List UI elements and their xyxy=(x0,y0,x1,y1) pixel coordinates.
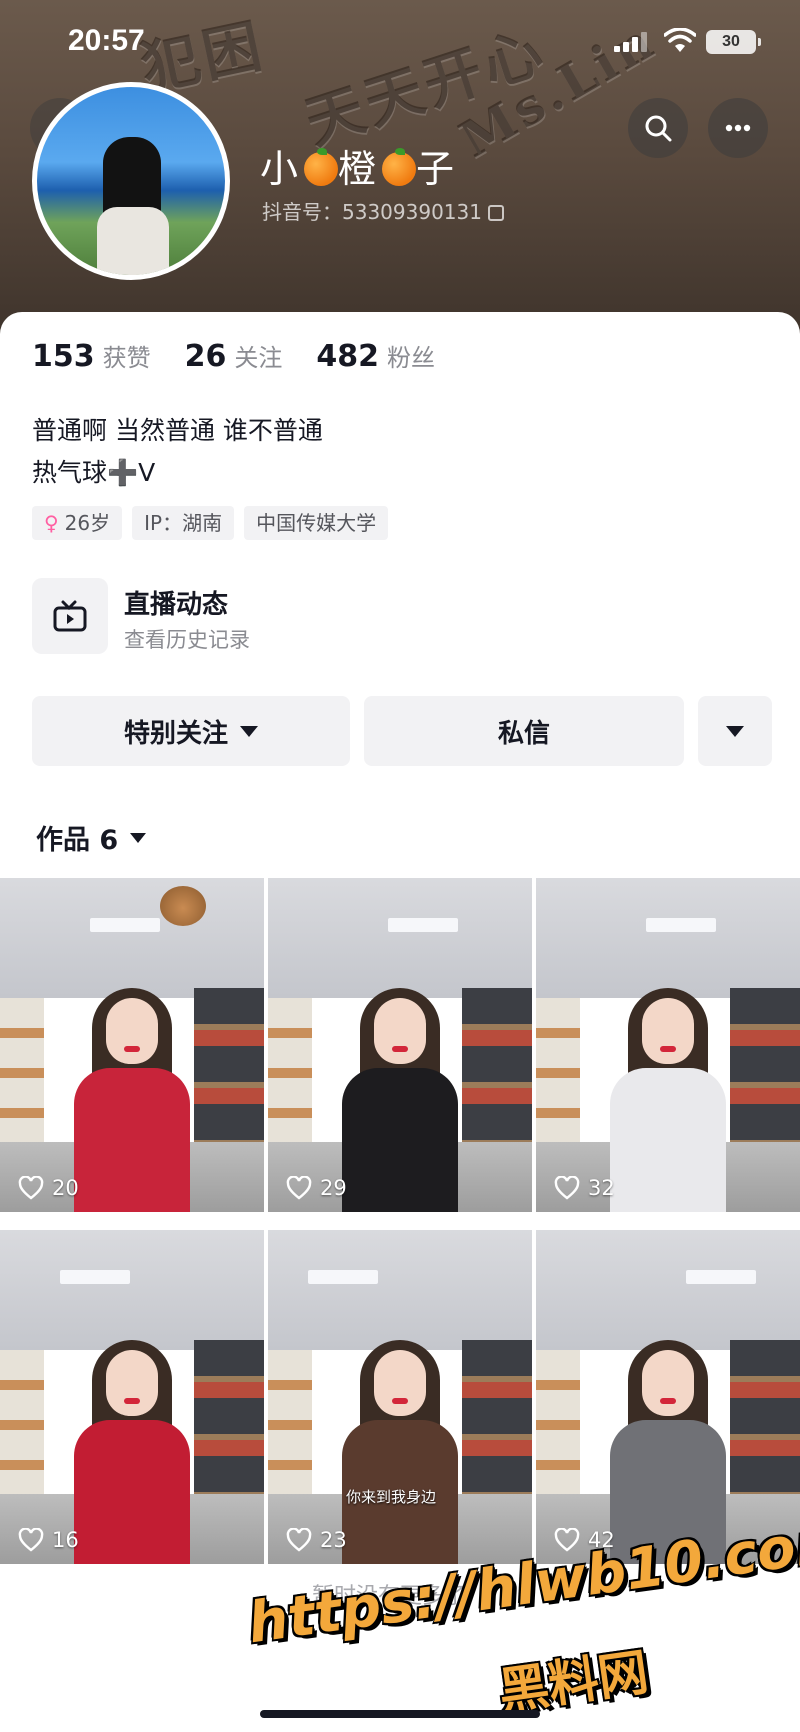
age-tag: ♀ 26岁 xyxy=(32,506,123,540)
like-count: 16 xyxy=(18,1528,79,1552)
orange-emoji-icon xyxy=(382,148,417,186)
bio-line: 普通啊 当然普通 谁不普通 xyxy=(32,416,323,445)
status-time: 20:57 xyxy=(68,24,145,57)
bio: 普通啊 当然普通 谁不普通 热气球➕V xyxy=(32,410,323,494)
like-count: 32 xyxy=(554,1176,615,1200)
live-subtitle: 查看历史记录 xyxy=(124,628,250,652)
female-icon: ♀ xyxy=(44,511,59,535)
caret-down-icon xyxy=(130,832,147,843)
more-options-button[interactable] xyxy=(698,696,772,766)
cat-sticker-icon xyxy=(160,886,206,926)
works-tab[interactable]: 作品 6 xyxy=(36,818,147,857)
stats-row: 153 获赞 26 关注 482 粉丝 xyxy=(32,338,469,374)
status-bar: 20:57 30 xyxy=(0,0,800,90)
like-count: 20 xyxy=(18,1176,79,1200)
stat-followers[interactable]: 482 粉丝 xyxy=(316,338,435,374)
battery-icon: 30 xyxy=(706,30,761,54)
school-tag[interactable]: 中国传媒大学 xyxy=(244,506,389,540)
like-count: 23 xyxy=(286,1528,347,1552)
heart-icon xyxy=(554,1176,580,1200)
more-button[interactable] xyxy=(708,98,768,158)
heart-icon xyxy=(286,1176,312,1200)
live-history-row[interactable]: 直播动态 查看历史记录 xyxy=(32,578,772,658)
message-button[interactable]: 私信 xyxy=(364,696,684,766)
copy-icon[interactable] xyxy=(487,205,504,221)
nickname: 小橙子 xyxy=(260,147,461,191)
ip-tag: IP：湖南 xyxy=(132,506,235,540)
video-thumbnail[interactable]: 42 xyxy=(536,1230,800,1564)
video-thumbnail[interactable]: 20 xyxy=(0,878,264,1212)
heart-icon xyxy=(18,1176,44,1200)
action-buttons: 特别关注 私信 xyxy=(32,696,772,766)
special-follow-button[interactable]: 特别关注 xyxy=(32,696,350,766)
like-count: 29 xyxy=(286,1176,347,1200)
video-thumbnail[interactable]: 16 xyxy=(0,1230,264,1564)
wifi-icon xyxy=(664,28,696,52)
video-thumbnail[interactable]: 你来到我身边 23 xyxy=(268,1230,532,1564)
heart-icon xyxy=(286,1528,312,1552)
orange-emoji-icon xyxy=(304,148,339,186)
search-button[interactable] xyxy=(628,98,688,158)
profile-tags: ♀ 26岁 IP：湖南 中国传媒大学 xyxy=(32,506,389,540)
stat-following[interactable]: 26 关注 xyxy=(185,338,283,374)
profile-header: 犯困 天天开心 Ms.Lin 20:57 30 小橙子 抖音号：53309390… xyxy=(0,0,800,340)
video-grid: 20 29 32 16 你来到我身边 23 42 xyxy=(0,878,800,1564)
live-tv-icon xyxy=(32,578,108,654)
caret-down-icon xyxy=(240,725,258,737)
search-icon xyxy=(645,115,672,142)
video-caption: 你来到我身边 xyxy=(346,1488,437,1506)
bio-line: 热气球➕V xyxy=(32,458,156,487)
douyin-id[interactable]: 抖音号：53309390131 xyxy=(262,196,504,225)
heart-icon xyxy=(18,1528,44,1552)
live-title: 直播动态 xyxy=(124,590,229,620)
avatar[interactable] xyxy=(32,82,230,280)
caret-down-icon xyxy=(726,725,744,737)
more-icon xyxy=(725,124,751,132)
stat-likes: 153 获赞 xyxy=(32,339,151,374)
video-thumbnail[interactable]: 29 xyxy=(268,878,532,1212)
video-thumbnail[interactable]: 32 xyxy=(536,878,800,1212)
home-indicator xyxy=(260,1710,540,1718)
signal-icon xyxy=(614,32,648,52)
